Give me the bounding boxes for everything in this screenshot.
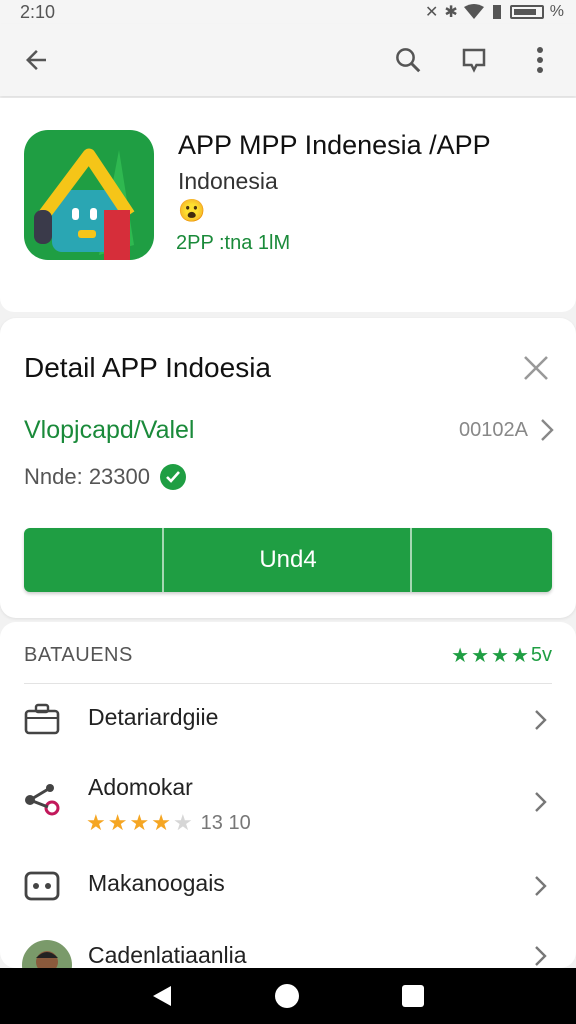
install-button-label: Und4 xyxy=(259,546,317,573)
verified-check-icon xyxy=(160,464,186,490)
app-bar xyxy=(0,24,576,96)
chevron-right-icon xyxy=(541,419,554,441)
star-icon: ★ xyxy=(129,810,150,835)
search-icon xyxy=(396,48,421,73)
search-button[interactable] xyxy=(388,40,428,80)
wifi-icon xyxy=(463,4,484,19)
install-button[interactable]: Und4 xyxy=(24,528,552,592)
chevron-right-icon xyxy=(535,792,547,812)
close-icon xyxy=(524,356,548,380)
star-icon: ★ xyxy=(510,645,529,667)
app-title: APP MPP Indenesia /APP xyxy=(178,130,491,160)
status-icons: ✕ ✱ % xyxy=(425,2,564,22)
detail-link-row[interactable]: Vlopjcapd/Valel 00102A xyxy=(24,410,554,450)
bookmark-button[interactable] xyxy=(454,40,494,80)
button-divider xyxy=(162,528,164,592)
chevron-right-icon xyxy=(535,710,547,730)
app-emoji-badge: 😮 xyxy=(178,198,206,223)
system-nav-bar xyxy=(0,968,576,1024)
star-icon: ★ xyxy=(151,810,171,835)
list-item-label: Makanoogais xyxy=(88,870,225,896)
battery-icon xyxy=(509,5,544,19)
star-icon: ★ xyxy=(107,810,128,835)
more-options-button[interactable] xyxy=(520,40,560,80)
signal-icon xyxy=(492,5,501,19)
avatar-icon xyxy=(22,940,72,968)
detail-stat-text: Nnde: 23300 xyxy=(24,464,150,489)
list-item-label: Adomokar xyxy=(88,774,193,800)
circle-home-icon[interactable] xyxy=(274,983,300,1009)
close-button[interactable] xyxy=(518,350,554,386)
list-item-label: Cadenlatiaanlia xyxy=(88,942,247,968)
arrow-left-icon xyxy=(26,50,46,70)
battery-percent: % xyxy=(549,3,564,20)
chevron-right-icon xyxy=(535,946,547,966)
triangle-back-icon[interactable] xyxy=(151,984,173,1008)
bluetooth-icon: ✱ xyxy=(444,4,458,21)
status-bar: 2:10 ✕ ✱ % xyxy=(0,0,576,24)
app-meta-text: 2PP :tna 1lM xyxy=(176,232,291,254)
detail-link[interactable]: Vlopjcapd/Valel xyxy=(24,416,194,445)
detail-title: Detail APP Indoesia xyxy=(24,352,271,383)
more-vert-icon xyxy=(537,47,543,73)
back-button[interactable] xyxy=(16,40,56,80)
item-rating-text: 13 10 xyxy=(200,811,251,834)
list-item[interactable]: Cadenlatiaanlia xyxy=(0,930,576,968)
rating-text: 5v xyxy=(530,644,552,666)
briefcase-icon xyxy=(22,699,62,739)
star-icon: ★ xyxy=(491,645,509,667)
list-item[interactable]: Detariardgiie xyxy=(0,684,576,754)
star-icon: ★ xyxy=(471,645,489,667)
button-divider xyxy=(410,528,412,592)
share-node-icon xyxy=(22,780,62,820)
list-item[interactable]: Adomokar ★ ★ ★ ★ ★ 13 10 xyxy=(0,760,576,850)
list-item[interactable]: Makanoogais xyxy=(0,852,576,922)
detail-stat: Nnde: 23300 xyxy=(24,464,186,490)
star-icon: ★ xyxy=(86,810,106,835)
detail-card: Detail APP Indoesia Vlopjcapd/Valel 0010… xyxy=(0,318,576,618)
app-developer-link[interactable]: Indonesia xyxy=(178,168,278,195)
status-time: 2:10 xyxy=(20,1,56,22)
app-logo-icon[interactable] xyxy=(24,130,154,260)
star-icon: ★ xyxy=(451,645,470,667)
list-header: BATAUENS ★ ★ ★ ★ 5v xyxy=(24,636,552,684)
list-header-title: BATAUENS xyxy=(24,644,133,666)
square-recents-icon[interactable] xyxy=(401,984,425,1008)
list-item-label: Detariardgiie xyxy=(88,704,219,730)
gamepad-icon xyxy=(22,866,62,906)
app-header-card: APP MPP Indenesia /APP Indonesia 😮 2PP :… xyxy=(0,98,576,312)
star-empty-icon: ★ xyxy=(172,810,193,835)
detail-code: 00102A xyxy=(459,418,528,441)
nfc-icon: ✕ xyxy=(424,4,439,21)
item-rating: ★ ★ ★ ★ ★ 13 10 xyxy=(86,810,251,836)
bookmark-icon xyxy=(462,48,486,73)
chevron-right-icon xyxy=(535,876,547,896)
rating-stars: ★ ★ ★ ★ 5v xyxy=(451,643,552,668)
details-list-card: BATAUENS ★ ★ ★ ★ 5v Detariardgiie Adomok… xyxy=(0,622,576,968)
